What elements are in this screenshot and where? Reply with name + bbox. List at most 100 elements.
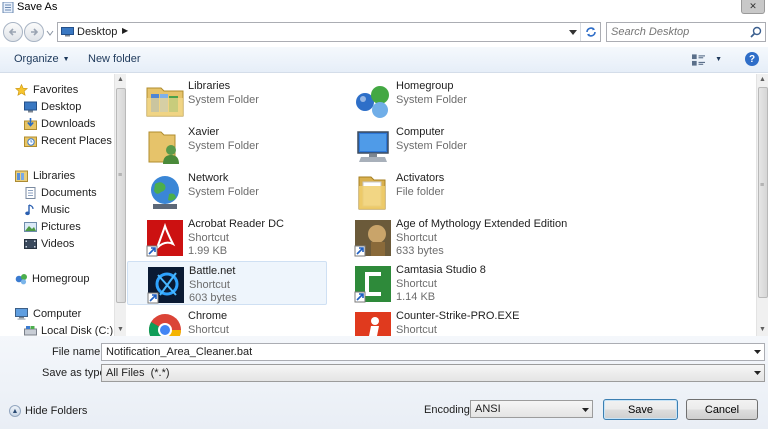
nav-label: Documents: [41, 187, 97, 199]
nav-item-libraries[interactable]: Libraries: [0, 168, 113, 184]
pictures-icon: [24, 222, 37, 232]
chevron-up-icon: ▲: [9, 405, 21, 417]
homegroup-icon: [15, 274, 27, 285]
scroll-down-icon[interactable]: ▼: [117, 326, 124, 333]
cancel-button-label: Cancel: [704, 403, 740, 416]
nav-item-videos[interactable]: Videos: [0, 236, 113, 252]
save-button-label: Save: [627, 403, 654, 416]
save-as-type-select[interactable]: All Files (*.*): [101, 364, 765, 382]
file-name-dropdown[interactable]: [752, 346, 762, 358]
nav-item-recent-places[interactable]: Recent Places: [0, 133, 113, 149]
address-bar[interactable]: Desktop ▶: [57, 22, 601, 42]
nav-label: Downloads: [41, 118, 96, 130]
file-name-input[interactable]: Notification_Area_Cleaner.bat: [101, 343, 765, 361]
breadcrumb-desktop[interactable]: Desktop: [77, 26, 117, 38]
file-scroll-thumb[interactable]: [758, 87, 768, 298]
disk-icon: [24, 326, 37, 336]
help-button[interactable]: ?: [745, 52, 759, 66]
file-item-network[interactable]: Network System Folder: [127, 169, 327, 213]
change-view-button[interactable]: ▼: [692, 52, 722, 67]
nav-item-downloads[interactable]: Downloads: [0, 116, 113, 132]
chevron-down-icon: ▼: [715, 56, 722, 63]
file-item-camtasia[interactable]: Camtasia Studio 8 Shortcut 1.14 KB: [335, 261, 535, 305]
file-type: Shortcut: [396, 278, 437, 290]
file-type: System Folder: [396, 94, 467, 106]
file-name: Counter-Strike-PRO.EXE: [396, 310, 520, 322]
organize-button[interactable]: Organize ▼: [14, 53, 70, 65]
nav-scroll-thumb[interactable]: [116, 88, 126, 303]
save-options-panel: File name: Notification_Area_Cleaner.bat…: [0, 336, 768, 429]
file-item-age-of-mythology[interactable]: Age of Mythology Extended Edition Shortc…: [335, 215, 567, 259]
battlenet-icon: [147, 267, 184, 304]
refresh-button[interactable]: [580, 23, 600, 41]
file-name: Age of Mythology Extended Edition: [396, 218, 568, 230]
music-icon: [25, 204, 34, 216]
file-scrollbar[interactable]: ▲ ≡ ▼: [756, 74, 768, 336]
search-box[interactable]: [606, 22, 766, 42]
address-dropdown-button[interactable]: [568, 26, 578, 38]
save-button[interactable]: Save: [603, 399, 678, 420]
hide-folders-button[interactable]: ▲ Hide Folders: [9, 405, 87, 417]
nav-scrollbar[interactable]: ▲ ≡ ▼: [114, 74, 126, 336]
scroll-up-icon[interactable]: ▲: [759, 76, 766, 83]
file-name: Homegroup: [396, 80, 454, 92]
file-name: Computer: [396, 126, 445, 138]
libraries-folder-icon: [146, 87, 184, 117]
recent-places-icon: [24, 136, 37, 147]
nav-item-computer[interactable]: Computer: [0, 306, 113, 322]
file-item-computer[interactable]: Computer System Folder: [335, 123, 535, 167]
age-of-mythology-icon: [354, 220, 391, 257]
file-name: Acrobat Reader DC: [188, 218, 284, 230]
nav-item-documents[interactable]: Documents: [0, 185, 113, 201]
nav-item-pictures[interactable]: Pictures: [0, 219, 113, 235]
nav-label: Pictures: [41, 221, 81, 233]
computer-icon: [15, 308, 28, 320]
grip-icon: ≡: [760, 182, 765, 189]
search-input[interactable]: [611, 25, 741, 39]
encoding-select[interactable]: ANSI: [470, 400, 593, 418]
file-item-libraries[interactable]: Libraries System Folder: [127, 77, 327, 121]
computer-icon: [357, 131, 389, 162]
file-item-chrome[interactable]: Chrome Shortcut: [127, 307, 327, 336]
file-size: 1.14 KB: [396, 291, 436, 303]
chevron-down-icon: [753, 350, 761, 354]
recent-pages-chevron-icon[interactable]: [46, 29, 54, 37]
nav-item-music[interactable]: Music: [0, 202, 113, 218]
file-type: System Folder: [188, 94, 259, 106]
chevron-down-icon: [753, 371, 761, 375]
search-icon[interactable]: [750, 26, 762, 38]
file-item-battlenet[interactable]: Battle.net Shortcut 603 bytes: [127, 261, 327, 305]
scroll-down-icon[interactable]: ▼: [759, 326, 766, 333]
title-bar: Save As ✕: [0, 0, 768, 16]
file-type: Shortcut: [188, 232, 229, 244]
file-item-activators[interactable]: Activators File folder: [335, 169, 535, 213]
nav-item-favorites[interactable]: Favorites: [0, 82, 113, 98]
save-as-type-dropdown[interactable]: [752, 367, 762, 379]
window-title: Save As: [17, 1, 58, 13]
nav-label: Recent Places: [41, 135, 112, 147]
scroll-up-icon[interactable]: ▲: [117, 76, 124, 83]
file-type: Shortcut: [396, 232, 437, 244]
back-button[interactable]: [3, 22, 23, 42]
nav-item-homegroup[interactable]: Homegroup: [0, 271, 113, 287]
videos-icon: [24, 239, 37, 249]
file-item-counter-strike[interactable]: Counter-Strike-PRO.EXE Shortcut: [335, 307, 535, 336]
nav-item-local-disk[interactable]: Local Disk (C:): [0, 323, 113, 336]
close-button[interactable]: ✕: [741, 0, 765, 14]
camtasia-icon: [354, 266, 391, 303]
new-folder-button[interactable]: New folder: [88, 53, 141, 65]
encoding-value: ANSI: [475, 403, 501, 415]
chevron-down-icon: [569, 29, 577, 35]
forward-arrow-icon: [31, 28, 39, 36]
cancel-button[interactable]: Cancel: [686, 399, 758, 420]
nav-item-desktop[interactable]: Desktop: [0, 99, 113, 115]
file-name: Chrome: [188, 310, 228, 322]
forward-button[interactable]: [24, 22, 44, 42]
save-as-type-label: Save as type:: [42, 367, 109, 379]
breadcrumb-chevron-icon[interactable]: ▶: [122, 26, 128, 35]
file-item-homegroup[interactable]: Homegroup System Folder: [335, 77, 535, 121]
file-item-xavier[interactable]: Xavier System Folder: [127, 123, 327, 167]
file-item-acrobat-reader[interactable]: Acrobat Reader DC Shortcut 1.99 KB: [127, 215, 327, 259]
chevron-down-icon[interactable]: [582, 408, 589, 412]
file-name-value[interactable]: Notification_Area_Cleaner.bat: [106, 346, 252, 358]
